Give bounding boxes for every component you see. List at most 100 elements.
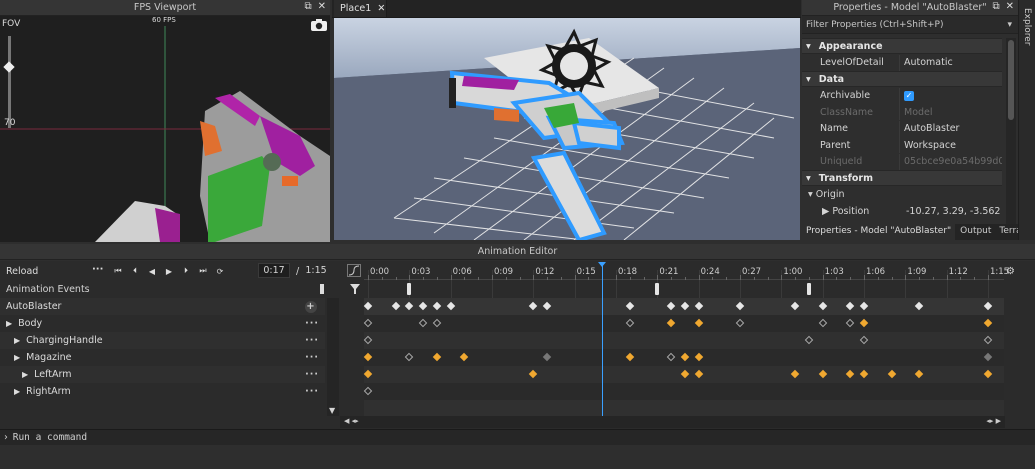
explorer-side-tab[interactable]: Explorer <box>1018 0 1035 240</box>
timeline-minor-tick <box>368 275 369 280</box>
property-value[interactable] <box>899 187 1002 203</box>
chevron-right-icon[interactable]: ▶ <box>14 353 20 362</box>
tree-item[interactable]: ▶ Magazine ··· <box>0 349 325 366</box>
property-row[interactable]: ClassName Model <box>802 104 1002 120</box>
timeline-minor-tick <box>684 277 686 280</box>
undock-icon[interactable]: ⧉ <box>304 1 311 12</box>
tab-output[interactable]: Output <box>955 224 996 240</box>
playhead-handle[interactable] <box>598 262 607 267</box>
property-category[interactable]: ▾ Appearance <box>802 38 1002 54</box>
tree-item[interactable]: ▶ LeftArm ··· <box>0 366 325 383</box>
chevron-down-icon[interactable]: ▾ <box>802 41 819 52</box>
step-back-icon[interactable]: ⏴ <box>129 265 141 277</box>
more-options-icon[interactable]: ··· <box>305 386 319 397</box>
more-options-icon[interactable]: ··· <box>305 369 319 380</box>
track-row[interactable] <box>364 400 1004 417</box>
event-marker[interactable] <box>655 283 660 295</box>
close-icon[interactable]: ✕ <box>1006 1 1014 12</box>
event-toggle-icon[interactable] <box>320 284 324 294</box>
tree-scrollbar[interactable]: ▼ <box>327 298 339 416</box>
curve-editor-button[interactable] <box>347 264 361 277</box>
chevron-down-icon[interactable]: ▾ <box>1007 20 1012 30</box>
chevron-down-icon[interactable]: ▼ <box>329 406 335 415</box>
properties-scrollbar[interactable] <box>1006 38 1016 224</box>
property-value[interactable]: Workspace <box>899 137 1002 153</box>
property-row[interactable]: ▾ Origin <box>802 187 1002 203</box>
place-3d-viewport[interactable] <box>334 18 800 240</box>
property-row[interactable]: ▶ Position -10.27, 3.29, -3.562 <box>802 203 1002 219</box>
property-value[interactable]: Automatic <box>899 54 1002 71</box>
timeline-minor-tick <box>588 277 590 280</box>
property-row[interactable]: Parent Workspace <box>802 137 1002 153</box>
fps-viewport[interactable]: FOV 70 60 FPS <box>0 16 330 242</box>
event-marker[interactable] <box>806 283 811 295</box>
menu-dots-button[interactable]: ··· <box>92 264 103 275</box>
more-options-icon[interactable]: ··· <box>305 335 319 346</box>
chevron-down-icon[interactable]: ▾ <box>802 173 819 184</box>
chevron-down-icon[interactable]: ▾ <box>802 74 819 85</box>
track-row[interactable] <box>364 383 1004 400</box>
fov-slider[interactable] <box>8 36 11 128</box>
command-bar[interactable]: › Run a command <box>0 429 1035 445</box>
category-label: Data <box>818 73 845 85</box>
property-category[interactable]: ▾ Transform <box>802 170 1002 186</box>
chevron-down-icon[interactable]: ▾ <box>808 189 816 200</box>
property-row[interactable]: LevelOfDetail Automatic <box>802 54 1002 71</box>
tab-properties[interactable]: Properties - Model "AutoBlaster" <box>802 224 956 240</box>
properties-bottom-tabs: Properties - Model "AutoBlaster" Output … <box>802 224 1022 240</box>
filter-icon[interactable] <box>350 284 360 297</box>
reload-button[interactable]: Reload <box>6 266 38 277</box>
property-row[interactable]: UniqueId 05cbce9e0a54b99d06... <box>802 153 1002 170</box>
track-row[interactable] <box>364 315 1004 332</box>
property-value[interactable]: -10.27, 3.29, -3.562 <box>902 203 1002 219</box>
property-row[interactable]: Name AutoBlaster <box>802 120 1002 137</box>
checkbox-checked-icon[interactable]: ✓ <box>904 90 914 101</box>
chevron-right-icon[interactable]: ▶ <box>822 206 832 217</box>
close-icon[interactable]: ✕ <box>377 3 385 14</box>
chevron-right-icon[interactable]: ▶ <box>22 370 28 379</box>
chevron-right-icon[interactable]: ▶ <box>6 319 12 328</box>
more-options-icon[interactable]: ··· <box>305 352 319 363</box>
event-marker[interactable] <box>407 283 412 295</box>
tab-place1[interactable]: Place1 ✕ <box>334 0 387 17</box>
add-track-icon[interactable]: + <box>305 300 317 313</box>
timeline-hscroll[interactable]: ◀ ◂▸ ◂▸ ▶ <box>340 416 1005 428</box>
property-value[interactable]: AutoBlaster <box>899 120 1002 137</box>
timeline-minor-tick <box>478 277 480 280</box>
tree-item[interactable]: AutoBlaster + <box>0 298 325 315</box>
timeline-minor-tick <box>767 277 769 280</box>
timeline-minor-tick <box>519 277 521 280</box>
play-icon[interactable]: ▶ <box>163 265 175 277</box>
end-time-field[interactable]: 1:15 <box>302 263 330 278</box>
tree-item[interactable]: ▶ Body ··· <box>0 315 325 332</box>
timeline-tick-label: 0:09 <box>494 267 514 277</box>
property-name: ▶ Position <box>822 205 870 217</box>
undock-icon[interactable]: ⧉ <box>992 1 999 12</box>
property-category[interactable]: ▾ Data <box>802 71 1002 87</box>
step-forward-icon[interactable]: ⏵ <box>180 265 192 277</box>
playhead[interactable] <box>602 262 604 417</box>
timeline-minor-tick <box>919 277 921 280</box>
timeline-settings-icon[interactable]: ⚙ <box>1006 266 1015 277</box>
tree-item[interactable]: ▶ RightArm ··· <box>0 383 325 400</box>
more-options-icon[interactable]: ··· <box>305 318 319 329</box>
timeline-tick-label: 0:06 <box>452 267 472 277</box>
loop-icon[interactable]: ⟳ <box>214 265 226 277</box>
track-row[interactable] <box>364 332 1004 349</box>
current-time-field[interactable]: 0:17 <box>258 263 290 278</box>
reverse-play-icon[interactable]: ◀ <box>146 265 158 277</box>
close-icon[interactable]: ✕ <box>318 1 326 12</box>
timeline-minor-tick <box>657 275 659 280</box>
timeline-minor-tick <box>836 277 838 280</box>
chevron-right-icon[interactable]: ▶ <box>14 336 20 345</box>
timeline-minor-tick <box>974 277 976 280</box>
camera-icon[interactable] <box>310 18 328 32</box>
chevron-right-icon[interactable]: ▶ <box>14 387 20 396</box>
tree-item-label: Body <box>18 318 43 329</box>
skip-start-icon[interactable]: ⏮ <box>112 265 124 277</box>
skip-end-icon[interactable]: ⏭ <box>197 265 209 277</box>
property-value[interactable]: ✓ <box>899 87 1002 104</box>
property-row[interactable]: Archivable ✓ <box>802 87 1002 104</box>
properties-filter[interactable]: Filter Properties (Ctrl+Shift+P) ▾ <box>802 16 1018 34</box>
tree-item[interactable]: ▶ ChargingHandle ··· <box>0 332 325 349</box>
